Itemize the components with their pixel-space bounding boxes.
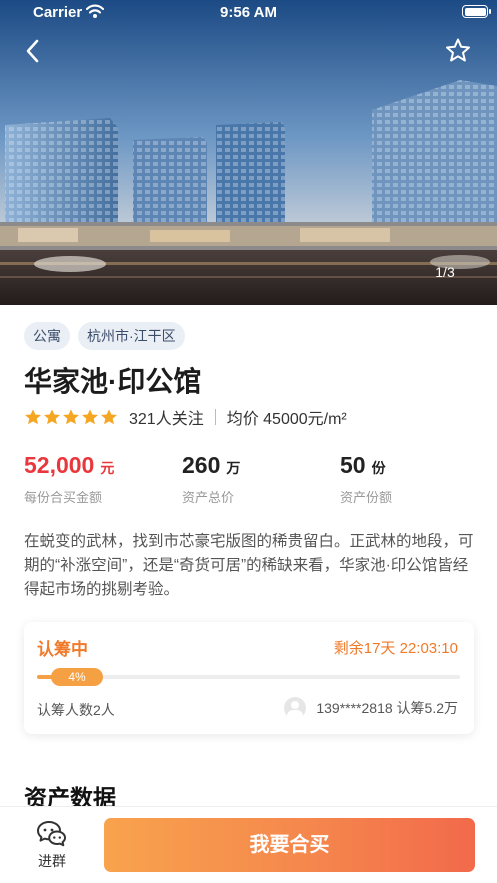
join-group-label: 进群: [38, 853, 66, 869]
rating-row: 321人关注 均价 45000元/m²: [24, 406, 347, 428]
chat-bubbles-icon: [37, 821, 66, 847]
latest-subscriber-text: 139****2818 认筹5.2万: [316, 700, 458, 716]
latest-subscriber: 139****2818 认筹5.2万: [284, 697, 458, 719]
property-title: 华家池·印公馆: [24, 366, 202, 397]
buy-together-button[interactable]: 我要合买: [104, 818, 475, 872]
property-description: 在蜕变的武林，找到市芯豪宅版图的稀贵留白。正武林的地段，可期的“补涨空间”，还是…: [24, 533, 474, 598]
stat-value: 260: [182, 452, 221, 478]
rating-star-icon: [63, 409, 79, 425]
rating-stars: [24, 408, 118, 426]
rating-star-icon: [82, 409, 98, 425]
divider: [214, 409, 216, 425]
stats-row: 52,000 元 每份合买金额 260 万 资产总价 50 份 资产份额: [24, 452, 474, 508]
stat-value: 52,000: [24, 452, 95, 478]
stat-shares: 50 份 资产份额: [340, 452, 392, 506]
back-button[interactable]: [20, 36, 48, 66]
bottom-action-bar: 进群 我要合买: [0, 806, 497, 883]
hero-image-carousel[interactable]: Carrier 9:56 AM 1/3: [0, 0, 497, 305]
stat-unit: 万: [226, 460, 241, 476]
rating-star-icon: [44, 409, 60, 425]
back-arrow-icon: [26, 39, 39, 63]
stat-unit: 份: [371, 460, 386, 476]
rating-star-icon: [25, 409, 41, 425]
subscription-card[interactable]: 认筹中 剩余17天 22:03:10 4% 认筹人数2人 139****2818…: [24, 622, 474, 734]
rating-star-icon: [101, 409, 117, 425]
carousel-pager: 1/3: [435, 264, 455, 280]
star-outline-icon: [446, 38, 470, 62]
average-price: 均价 45000元/m²: [226, 411, 347, 428]
tag-type: 公寓: [24, 322, 70, 350]
property-tags: 公寓 杭州市·江干区: [24, 322, 185, 350]
building-photo: [0, 0, 497, 305]
tag-location: 杭州市·江干区: [78, 322, 185, 350]
property-detail-page: Carrier 9:56 AM 1/3 公寓 杭州市·江干区 华家池·印公馆 3…: [0, 0, 497, 883]
stat-share-price: 52,000 元 每份合买金额: [24, 452, 114, 506]
subscriber-count: 认筹人数2人: [37, 702, 115, 718]
battery-icon: [462, 5, 491, 18]
favorite-button[interactable]: [444, 36, 472, 66]
stat-label: 资产总价: [182, 490, 235, 505]
progress-badge: 4%: [51, 668, 103, 686]
countdown-timer: 剩余17天 22:03:10: [333, 640, 458, 657]
stat-label: 资产份额: [340, 490, 393, 505]
stat-label: 每份合买金额: [24, 490, 103, 505]
stat-value: 50: [340, 452, 366, 478]
stat-unit: 元: [100, 460, 115, 476]
stat-total-price: 260 万 资产总价: [182, 452, 240, 506]
user-avatar-icon: [284, 697, 307, 719]
clock: 9:56 AM: [220, 4, 277, 21]
status-bar: Carrier 9:56 AM: [0, 0, 497, 26]
followers-count: 321人关注: [129, 411, 204, 428]
join-group-button[interactable]: 进群: [30, 819, 74, 869]
subscription-status: 认筹中: [37, 640, 88, 659]
